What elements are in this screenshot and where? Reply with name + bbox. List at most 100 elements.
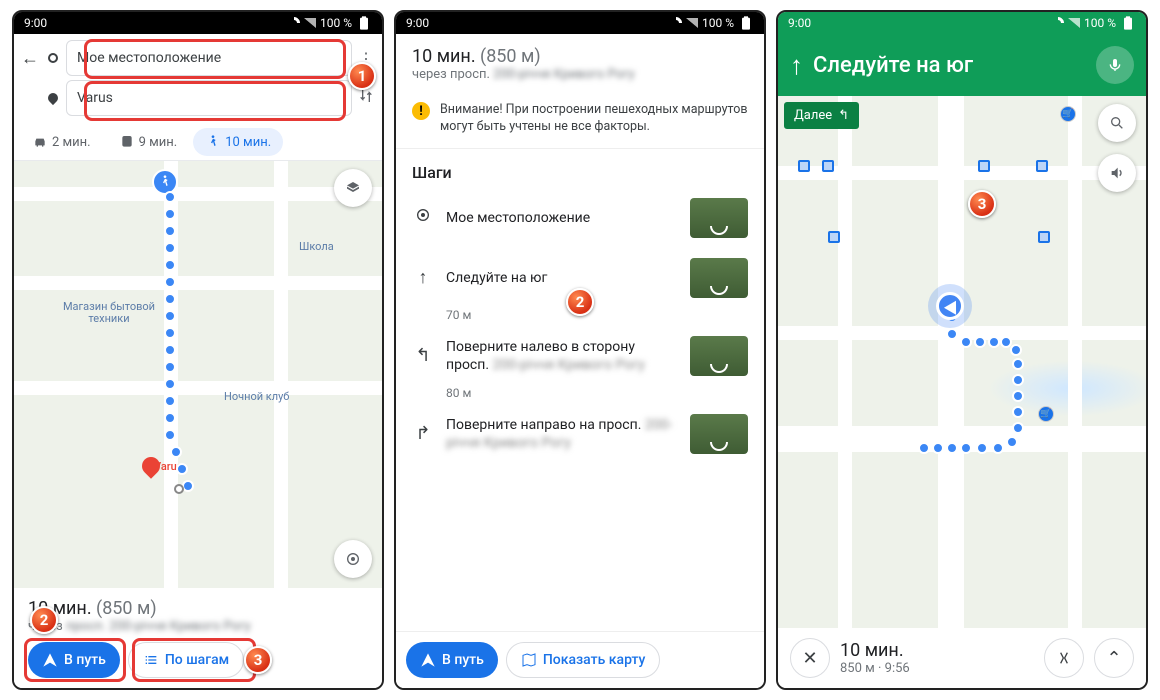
mode-car[interactable]: 2 мин. (20, 128, 103, 156)
route-time: 10 мин. (850 м) (28, 598, 368, 619)
location-icon (412, 207, 434, 228)
mode-walk[interactable]: 10 мин. (193, 128, 283, 156)
mode-car-label: 2 мин. (52, 135, 91, 150)
close-button[interactable]: ✕ (790, 638, 830, 678)
warning-text: Внимание! При построении пешеходных марш… (440, 102, 748, 136)
streetview-thumb[interactable] (690, 198, 748, 238)
route-dot (960, 442, 972, 454)
transit-stop-icon (1036, 160, 1048, 172)
destination-pin-icon (138, 453, 163, 478)
status-time: 9:00 (406, 16, 429, 30)
route-dot (1006, 436, 1018, 448)
expand-button[interactable]: ⌃ (1094, 638, 1134, 678)
status-battery: 100 % (702, 16, 734, 30)
start-button[interactable]: В путь (28, 642, 120, 678)
transit-stop-icon (978, 160, 990, 172)
nav-eta: 10 мин. 850 м · 9:56 (840, 640, 1034, 676)
route-dot (164, 429, 176, 441)
route-dot (946, 442, 958, 454)
showmap-button[interactable]: Показать карту (506, 642, 661, 678)
map-area[interactable]: Магазин бытовой техники Школа Ночной клу… (14, 161, 382, 588)
showmap-button-label: Показать карту (543, 652, 646, 668)
transit-stop-icon (1038, 231, 1050, 243)
steps-button-label: По шагам (165, 652, 229, 668)
route-dot (164, 259, 176, 271)
route-time: 10 мин. (412, 46, 476, 67)
route-dot (988, 336, 1000, 348)
steps-list[interactable]: Мое местоположение ↑ Следуйте на юг 70 м… (396, 188, 764, 631)
wifi-icon (288, 17, 300, 29)
warning-icon: ! (412, 102, 430, 120)
step-distance: 80 м (396, 386, 764, 404)
streetview-thumb[interactable] (690, 336, 748, 376)
route-dot (170, 446, 182, 458)
route-dot (164, 276, 176, 288)
poi-store: Магазин бытовой техники (54, 301, 164, 325)
route-dist: (850 м) (480, 46, 541, 67)
step-text: Поверните направо на просп. 200-річчя Кр… (446, 416, 678, 452)
transit-stop-icon (798, 160, 810, 172)
nav-time: 10 мин. (840, 640, 1034, 661)
route-dot (164, 242, 176, 254)
shop-pin-icon: 🛒 (1038, 406, 1054, 422)
start-button[interactable]: В путь (406, 642, 498, 678)
status-bar: 9:00 100 % (396, 12, 764, 34)
nav-instruction: Следуйте на юг (813, 53, 973, 78)
steps-title: Шаги (396, 149, 764, 188)
status-bar: 9:00 100 % (778, 12, 1146, 34)
sound-button[interactable] (1098, 154, 1136, 192)
phone-directions: 9:00 100 % ← ⋮ 2 мин. 9 мин. 10 мин. (12, 10, 384, 690)
nav-dist-eta: 850 м · 9:56 (840, 661, 1034, 676)
arrow-up-icon: ↑ (790, 50, 803, 81)
mylocation-button[interactable] (334, 540, 372, 578)
route-dot (164, 208, 176, 220)
mode-transit[interactable]: 9 мин. (107, 128, 190, 156)
destination-input[interactable] (66, 80, 352, 116)
nav-map-area[interactable]: Далее ↰ 3 🛒 🛒 (778, 96, 1146, 628)
phone-navigation: 9:00 100 % ↑ Следуйте на юг Далее ↰ 3 🛒 … (776, 10, 1148, 690)
back-button[interactable]: ← (20, 48, 40, 69)
route-dot (164, 344, 176, 356)
swap-button[interactable] (358, 88, 376, 108)
routes-button[interactable] (1044, 638, 1084, 678)
status-bar: 9:00 100 % (14, 12, 382, 34)
voice-button[interactable] (1096, 46, 1134, 84)
badge-3: 3 (244, 646, 272, 674)
step-item[interactable]: Мое местоположение (396, 188, 764, 248)
step-text: Мое местоположение (446, 209, 678, 227)
route-dot (1012, 390, 1024, 402)
route-dot (1012, 422, 1024, 434)
poi-school: Школа (299, 241, 334, 253)
next-step-chip[interactable]: Далее ↰ (784, 102, 859, 129)
turn-left-icon: ↰ (412, 345, 434, 366)
origin-input[interactable] (66, 40, 352, 76)
transit-stop-icon (828, 231, 840, 243)
layers-button[interactable] (334, 169, 372, 207)
route-header: 10 мин. (850 м) через просп. 200-річчя К… (396, 34, 764, 90)
streetview-thumb[interactable] (690, 414, 748, 454)
step-item[interactable]: ↰ Поверните налево в сторону просп. 200-… (396, 326, 764, 386)
route-dot (1012, 358, 1024, 370)
steps-button[interactable]: По шагам (128, 642, 244, 678)
step-item[interactable]: ↱ Поверните направо на просп. 200-річчя … (396, 404, 764, 464)
route-dot (164, 395, 176, 407)
streetview-thumb[interactable] (690, 258, 748, 298)
footer-buttons: В путь Показать карту (396, 631, 764, 688)
destination-icon (46, 93, 60, 103)
badge-3: 3 (968, 190, 996, 218)
nav-bottom-sheet: ✕ 10 мин. 850 м · 9:56 ⌃ (778, 628, 1146, 688)
badge-2: 2 (566, 288, 594, 316)
status-time: 9:00 (24, 16, 47, 30)
status-time: 9:00 (788, 16, 811, 30)
step-text: Следуйте на юг (446, 269, 678, 287)
wifi-icon (1052, 17, 1064, 29)
route-dot (164, 293, 176, 305)
signal-icon (304, 18, 316, 28)
turn-left-icon: ↰ (838, 108, 849, 123)
route-dot (992, 442, 1004, 454)
poi-club: Ночной клуб (224, 391, 289, 403)
nav-instruction-bar: ↑ Следуйте на юг (778, 34, 1146, 96)
status-battery: 100 % (1084, 16, 1116, 30)
route-dot (164, 361, 176, 373)
search-button[interactable] (1098, 104, 1136, 142)
